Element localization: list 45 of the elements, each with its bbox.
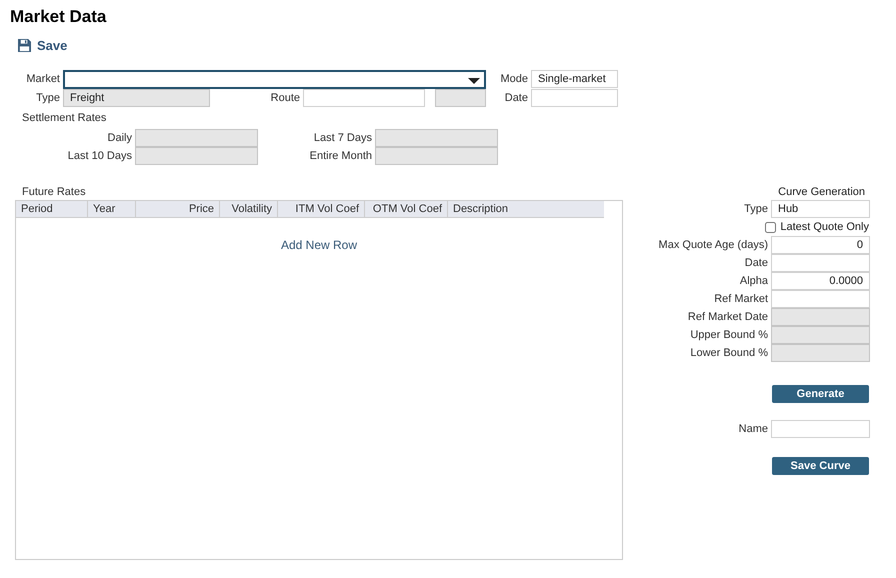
field-label: Name (738, 422, 769, 437)
field-label: Mode (499, 72, 529, 87)
field-label: Lower Bound % (689, 346, 769, 361)
field-label: Type (35, 91, 61, 106)
input-field[interactable]: Hub (771, 200, 870, 218)
field-label: Daily (106, 131, 133, 146)
field-label: Alpha (738, 274, 769, 289)
checkbox-label: Latest Quote Only (780, 220, 869, 234)
input-field[interactable] (771, 290, 870, 308)
field-label: Market (25, 72, 61, 87)
field-label: Entire Month (308, 149, 373, 164)
field-label: Date (744, 256, 769, 271)
column-header[interactable]: Description (448, 201, 604, 217)
save-curve-button[interactable]: Save Curve (772, 457, 869, 475)
field-label: Ref Market Date (686, 310, 769, 325)
field-label: Type (743, 202, 769, 217)
field-label: Date (504, 91, 529, 106)
column-header[interactable]: Year (88, 201, 136, 217)
input-field[interactable] (303, 89, 425, 107)
input-field[interactable] (771, 254, 870, 272)
column-header[interactable]: Volatility (220, 201, 278, 217)
field-label: Last 7 Days (312, 131, 373, 146)
column-header[interactable]: OTM Vol Coef (365, 201, 448, 217)
input-field[interactable]: 0.0000 (771, 272, 870, 290)
field-label: Upper Bound % (689, 328, 769, 343)
field-label: Route (270, 91, 301, 106)
input-field[interactable]: 0 (771, 236, 870, 254)
section-title: Future Rates (21, 185, 87, 200)
input-field[interactable] (771, 420, 870, 438)
section-title: Curve Generation (777, 185, 866, 200)
input-field[interactable] (531, 89, 618, 107)
field-label: Last 10 Days (66, 149, 133, 164)
column-header[interactable]: Price (136, 201, 220, 217)
save-button[interactable]: Save (18, 36, 68, 54)
field-label: Max Quote Age (days) (658, 238, 769, 253)
market-dropdown[interactable] (63, 70, 486, 89)
page-title: Market Data (9, 6, 108, 28)
field-label: Ref Market (713, 292, 769, 307)
add-row-link[interactable]: Add New Row (280, 238, 358, 252)
column-header[interactable]: ITM Vol Coef (278, 201, 365, 217)
generate-button[interactable]: Generate (772, 385, 869, 403)
input-field[interactable]: Single-market (531, 70, 618, 88)
column-header[interactable]: Period (16, 201, 88, 217)
checkbox[interactable] (765, 222, 776, 232)
section-title: Settlement Rates (21, 111, 108, 126)
